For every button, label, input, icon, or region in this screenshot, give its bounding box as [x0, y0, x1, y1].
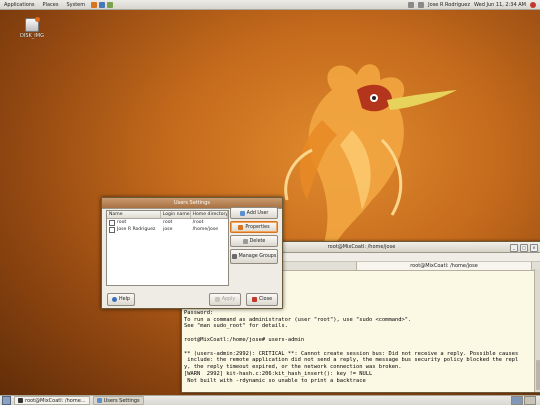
user-checkbox[interactable] — [109, 226, 115, 233]
table-row[interactable]: root root /root — [107, 219, 228, 226]
help-icon — [112, 297, 118, 302]
system-menu[interactable]: System — [62, 2, 89, 8]
terminal-line: See "man sudo_root" for details. — [184, 323, 288, 330]
terminal-line: y, the reply timeout expired, or the net… — [184, 364, 402, 371]
minimize-button[interactable]: _ — [510, 244, 518, 252]
launchers — [91, 1, 114, 8]
users-icon — [96, 398, 102, 403]
apply-button[interactable]: Apply — [209, 293, 241, 306]
table-row[interactable]: Jose R Rodriguez jose /home/jose — [107, 226, 228, 233]
wallpaper-bird — [284, 64, 457, 250]
close-window-button[interactable]: × — [530, 244, 538, 252]
desktop-icon-label: DISK_IMG — [20, 33, 44, 39]
login-cell: root — [163, 220, 173, 225]
manage-groups-button[interactable]: Manage Groups — [230, 249, 278, 264]
firefox-launcher-icon[interactable] — [91, 1, 98, 8]
top-panel-tray: Jose R Rodriguez Wed Jun 11, 2:34 AM — [408, 1, 540, 8]
mail-launcher-icon[interactable] — [99, 1, 106, 8]
delete-icon — [242, 238, 248, 244]
terminal-line: To run a command as administrator (user … — [184, 316, 412, 323]
user-name[interactable]: Jose R Rodriguez — [428, 2, 470, 8]
workspace-2[interactable] — [524, 396, 536, 405]
user-name-cell: root — [117, 220, 127, 225]
workspace-1[interactable] — [511, 396, 523, 405]
apply-icon — [214, 297, 220, 302]
terminal-title: root@MixCoatl: /home/jose — [327, 244, 396, 250]
terminal-line: root@MixCoatl:/home/jose# users-admin — [184, 336, 305, 343]
properties-button[interactable]: Properties — [230, 221, 278, 233]
show-desktop-icon[interactable] — [2, 396, 11, 405]
terminal-line: include: the remote application did not … — [184, 357, 519, 364]
delete-button[interactable]: Delete — [230, 235, 278, 247]
properties-icon — [238, 224, 244, 230]
user-name-cell: Jose R Rodriguez — [117, 227, 156, 232]
volume-icon[interactable] — [418, 1, 425, 8]
table-header: Name Login name Home directory — [107, 211, 228, 219]
desktop-icon-disk-img[interactable]: DISK_IMG — [20, 17, 44, 39]
help-launcher-icon[interactable] — [107, 1, 114, 8]
terminal-line: Not built with -rdynamic so unable to pr… — [184, 377, 366, 384]
home-cell: /root — [192, 220, 204, 225]
terminal-scrollbar[interactable] — [534, 269, 540, 392]
user-checkbox[interactable] — [109, 219, 115, 226]
column-header-login[interactable]: Login name — [161, 211, 191, 218]
bottom-panel: root@MixCoatl: /home... Users Settings — [0, 395, 540, 405]
quit-icon[interactable] — [530, 1, 536, 8]
applications-menu[interactable]: Applications — [0, 2, 39, 8]
terminal-line: Password: — [184, 309, 214, 316]
disk-image-icon — [25, 17, 40, 32]
user-actions: Add User Properties Delete Manage Groups — [230, 207, 278, 264]
login-cell: jose — [163, 227, 173, 232]
help-button[interactable]: Help — [107, 293, 135, 306]
home-cell: /home/jose — [192, 227, 219, 232]
terminal-icon — [18, 398, 23, 403]
places-menu[interactable]: Places — [39, 2, 63, 8]
taskbar-item-terminal[interactable]: root@MixCoatl: /home... — [14, 396, 90, 405]
terminal-line: [WARN 2992] kit-hash.c:206:kit_hash_inse… — [184, 370, 373, 377]
users-table[interactable]: Name Login name Home directory root root… — [106, 210, 229, 286]
taskbar-item-users-settings[interactable]: Users Settings — [92, 396, 144, 405]
terminal-window-controls: _ □ × — [510, 244, 538, 252]
network-icon[interactable] — [408, 1, 415, 8]
maximize-button[interactable]: □ — [520, 244, 528, 252]
terminal-line: ** (users-admin:2992): CRITICAL **: Cann… — [184, 350, 519, 357]
close-button[interactable]: Close — [246, 293, 278, 306]
column-header-home[interactable]: Home directory — [191, 211, 228, 218]
users-settings-dialog[interactable]: Users Settings Name Login name Home dire… — [101, 197, 283, 309]
add-user-button[interactable]: Add User — [230, 207, 278, 219]
workspace-switcher — [511, 396, 536, 405]
close-icon — [251, 297, 257, 302]
column-header-name[interactable]: Name — [107, 211, 161, 218]
groups-icon — [231, 254, 237, 259]
dialog-buttons: Help Apply Close — [107, 293, 278, 306]
top-panel: Applications Places System Jose R Rodrig… — [0, 0, 540, 10]
dialog-title: Users Settings — [173, 200, 211, 206]
clock[interactable]: Wed Jun 11, 2:34 AM — [474, 2, 526, 8]
scrollbar-thumb[interactable] — [536, 360, 540, 390]
add-user-icon — [239, 210, 245, 216]
